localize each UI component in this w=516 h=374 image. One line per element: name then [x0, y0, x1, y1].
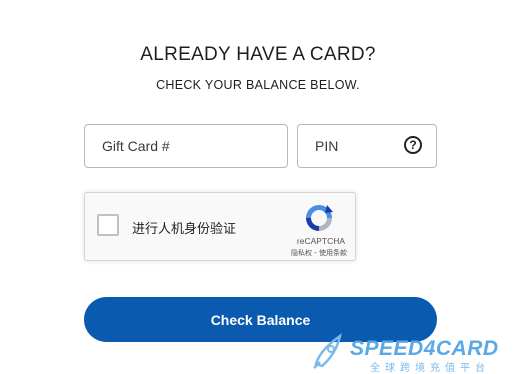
- page-title: ALREADY HAVE A CARD?: [140, 44, 376, 65]
- gift-card-field[interactable]: [84, 124, 288, 168]
- gift-card-input[interactable]: [102, 125, 282, 167]
- recaptcha-brand: reCAPTCHA: [296, 236, 346, 246]
- watermark: SPEED4CARD 全球跨境充值平台: [308, 330, 514, 374]
- watermark-tagline: 全球跨境充值平台: [370, 363, 490, 374]
- page-subtitle: CHECK YOUR BALANCE BELOW.: [156, 78, 360, 92]
- watermark-brand: SPEED4CARD: [350, 337, 499, 360]
- pin-input[interactable]: [315, 125, 395, 167]
- recaptcha-label: 进行人机身份验证: [132, 222, 237, 237]
- help-icon[interactable]: ?: [404, 136, 422, 154]
- recaptcha-widget: 进行人机身份验证 reCAPTCHA 隐私权 - 使用条款: [84, 192, 356, 261]
- recaptcha-logo-icon: [306, 205, 333, 231]
- recaptcha-links[interactable]: 隐私权 - 使用条款: [285, 248, 353, 258]
- rocket-icon: [313, 333, 342, 369]
- recaptcha-checkbox[interactable]: [97, 214, 119, 236]
- pin-field[interactable]: ?: [297, 124, 437, 168]
